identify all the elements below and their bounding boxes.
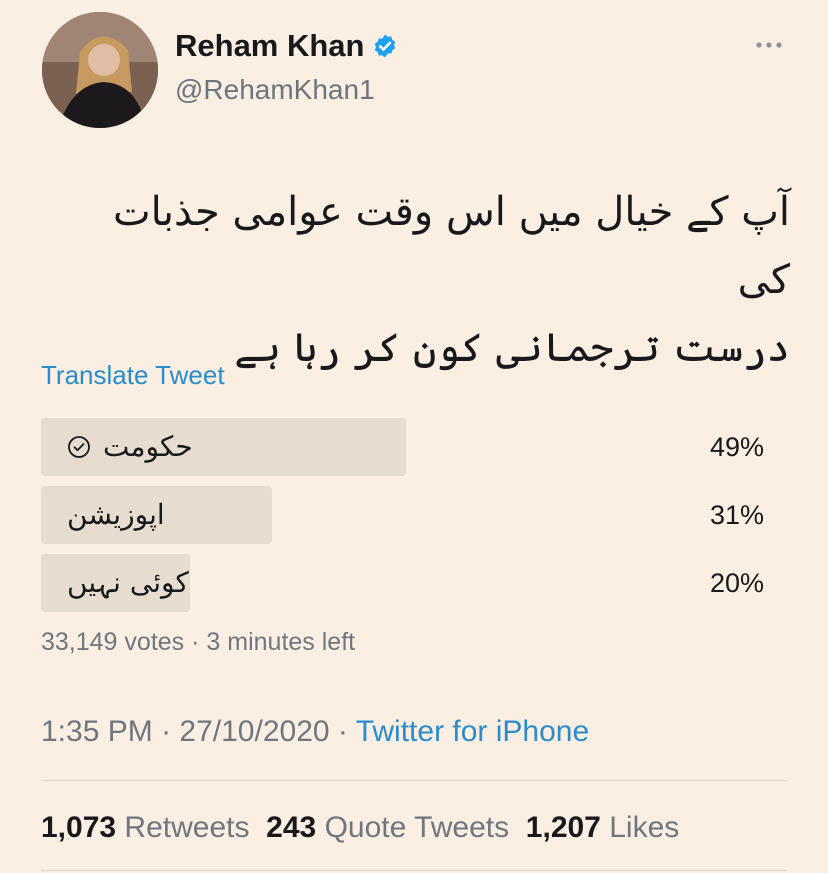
tweet-date[interactable]: 27/10/2020 bbox=[179, 715, 329, 748]
poll-option-label: کوئی نہیں bbox=[67, 566, 189, 599]
translate-tweet-link[interactable]: Translate Tweet bbox=[41, 360, 225, 391]
quote-tweets-label: Quote Tweets bbox=[324, 811, 510, 844]
retweets-count: 1,073 bbox=[41, 811, 117, 844]
poll-option-percent: 20% bbox=[709, 568, 764, 598]
tweet-stats: 1,073 Retweets 243 Quote Tweets 1,207 Li… bbox=[41, 811, 679, 845]
separator: · bbox=[337, 715, 348, 748]
tweet-source-link[interactable]: Twitter for iPhone bbox=[356, 715, 589, 748]
author-handle[interactable]: @RehamKhan1 bbox=[175, 74, 375, 106]
voted-check-icon bbox=[68, 435, 90, 458]
poll-option[interactable]: اپوزیشن 31% bbox=[41, 486, 786, 544]
verified-badge-icon bbox=[375, 34, 396, 58]
retweets-stat[interactable]: 1,073 Retweets bbox=[41, 811, 249, 844]
tweet-meta: 1:35 PM · 27/10/2020 · Twitter for iPhon… bbox=[41, 715, 589, 749]
poll-option-label: اپوزیشن bbox=[67, 498, 165, 531]
more-options-icon[interactable] bbox=[754, 38, 784, 52]
likes-label: Likes bbox=[609, 811, 680, 844]
poll-option-percent: 31% bbox=[709, 500, 764, 530]
tweet-text: آپ کے خیال میں اس وقت عوامی جذبات کی درس… bbox=[110, 178, 790, 382]
quote-tweets-count: 243 bbox=[266, 811, 317, 844]
divider bbox=[41, 870, 787, 871]
tweet-time[interactable]: 1:35 PM bbox=[41, 715, 153, 748]
poll-votes: 33,149 votes bbox=[41, 628, 185, 656]
retweets-label: Retweets bbox=[124, 811, 250, 844]
quote-tweets-stat[interactable]: 243 Quote Tweets bbox=[266, 811, 509, 844]
avatar[interactable] bbox=[42, 12, 158, 128]
tweet-text-line: آپ کے خیال میں اس وقت عوامی جذبات کی bbox=[112, 189, 790, 303]
poll-time-left: 3 minutes left bbox=[206, 628, 356, 656]
likes-stat[interactable]: 1,207 Likes bbox=[526, 811, 679, 844]
poll-option[interactable]: کوئی نہیں 20% bbox=[41, 554, 786, 612]
poll-option-percent: 49% bbox=[709, 432, 764, 462]
divider bbox=[41, 780, 787, 781]
likes-count: 1,207 bbox=[525, 811, 601, 844]
poll-summary: 33,149 votes · 3 minutes left bbox=[41, 628, 355, 657]
separator: · bbox=[161, 715, 172, 748]
author-name[interactable]: Reham Khan bbox=[175, 28, 364, 64]
poll-option[interactable]: حکومت 49% bbox=[41, 418, 786, 476]
separator: · bbox=[191, 628, 200, 656]
poll-option-label: حکومت bbox=[103, 430, 193, 463]
